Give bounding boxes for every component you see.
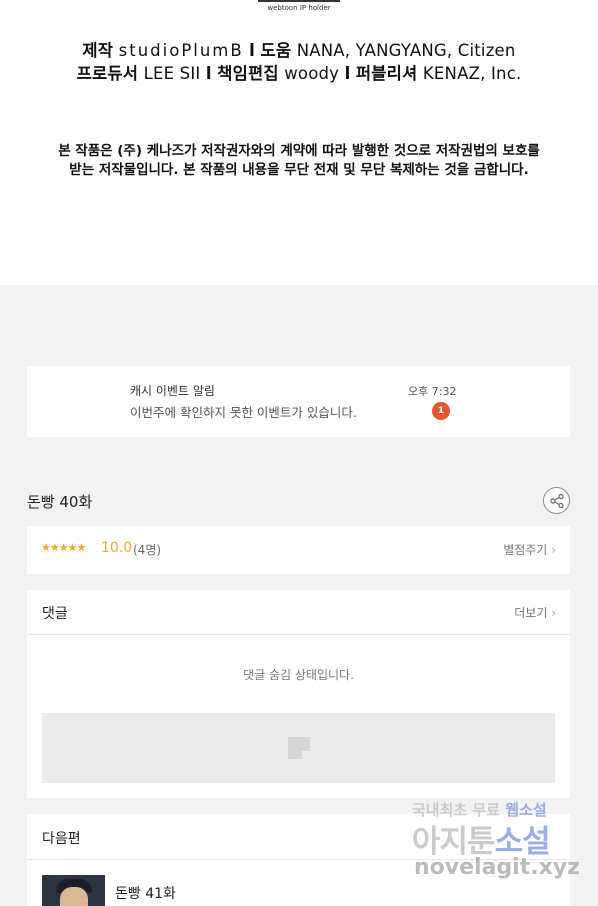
copyright-notice-line-2: 받는 저작물입니다. 본 작품의 내용을 무단 전재 및 무단 복제하는 것을 … [69,162,529,178]
credit-label-publisher: 퍼블리셔 [355,64,418,83]
rating-stars: ★★★★★ [41,541,86,554]
credits-line-1: 제작 studioPlumB l 도움 NANA, YANGYANG, Citi… [0,37,598,61]
comment-more-button[interactable]: 더보기 › [514,604,556,621]
credit-value-assist: NANA, YANGYANG, Citizen [296,41,516,60]
notification-time: 오후 7:32 [408,385,457,398]
next-episode-thumbnail[interactable] [42,875,105,906]
watermark-url: novelagit.xyz [414,855,580,880]
credits-section: webtoon IP holder 제작 studioPlumB l 도움 NA… [0,0,598,285]
next-episode-link[interactable]: 돈빵 41화 [115,883,176,903]
credit-value-producer: LEE SII [143,64,201,83]
notification-body: 이번주에 확인하지 못한 이벤트가 있습니다. [130,405,357,420]
cash-event-notification[interactable]: 캐시 이벤트 알림 이번주에 확인하지 못한 이벤트가 있습니다. 오후 7:3… [27,366,570,437]
holder-text: webtoon IP holder [267,4,331,12]
credits-line-2: 프로듀서 LEE SII l 책임편집 woody l 퍼블리셔 KENAZ, … [0,60,598,84]
notification-title: 캐시 이벤트 알림 [130,384,215,398]
rating-score: 10.0 [101,540,133,556]
next-episode-title: 다음편 [42,831,81,847]
rate-button-label: 별점주기 [503,543,548,557]
episode-title: 돈빵 40화 [27,493,93,511]
rate-button[interactable]: 별점주기 › [503,541,556,558]
credit-label-assist: 도움 [260,41,292,60]
copyright-notice-line-1: 본 작품은 (주) 케나즈가 저작권자와의 계약에 따라 발행한 것으로 저작권… [58,143,540,159]
comment-more-label: 더보기 [514,606,548,620]
chevron-right-icon: › [551,543,556,557]
comment-title: 댓글 [42,606,68,622]
share-icon [550,493,564,509]
site-watermark: 국내최초 무료 웹소설 아지툰소설 novelagit.xyz [412,799,584,891]
credit-value-production: studioPlumB [118,41,244,60]
share-button[interactable] [543,487,570,514]
credit-separator: l [205,64,212,83]
credit-label-producer: 프로듀서 [76,64,139,83]
comment-section: 댓글 더보기 › 댓글 숨김 상태입니다. [27,590,570,798]
rating-card: ★★★★★ 10.0 (4명) 별점주기 › [27,526,570,574]
rating-count: (4명) [133,543,162,557]
chevron-right-icon: › [551,606,556,620]
credit-separator: l [344,64,351,83]
credit-value-editor: woody [284,64,340,83]
credit-label-production: 제작 [82,41,114,60]
credit-separator: l [249,41,256,60]
comment-icon [288,737,310,759]
comment-input-box[interactable] [42,713,555,783]
notification-badge: 1 [432,402,450,420]
credit-label-editor: 책임편집 [217,64,279,83]
divider [27,634,570,635]
comment-hidden-message: 댓글 숨김 상태입니다. [243,668,354,682]
credit-value-publisher: KENAZ, Inc. [422,64,522,83]
